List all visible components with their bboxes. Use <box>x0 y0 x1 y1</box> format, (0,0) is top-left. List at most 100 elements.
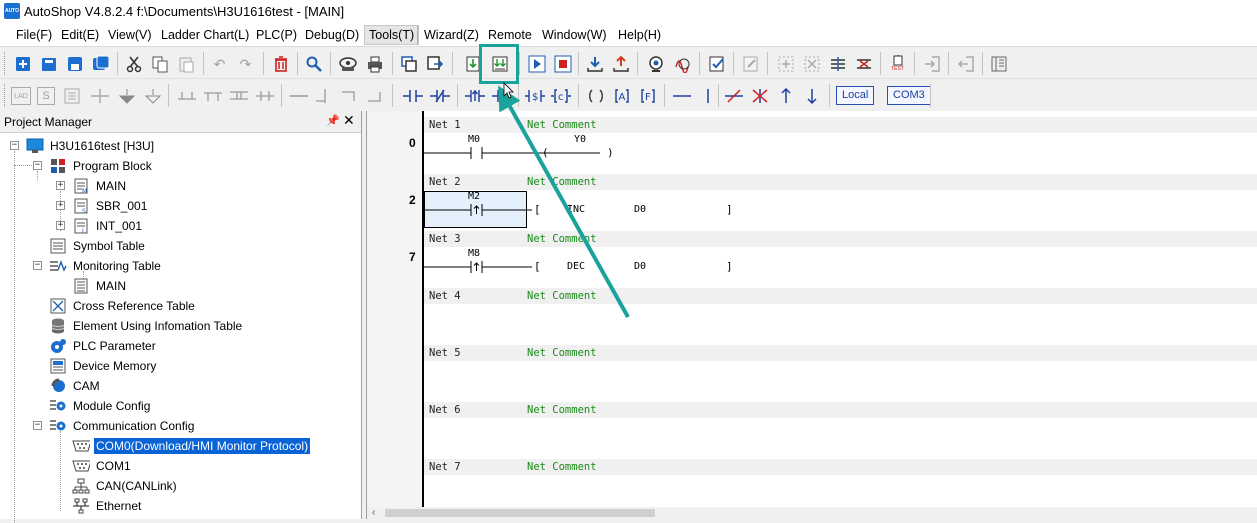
tree-item-main[interactable]: M MAIN <box>72 176 128 196</box>
com-port-button[interactable]: COM3 <box>887 86 931 105</box>
cut-icon[interactable] <box>123 53 144 74</box>
down-arrow-outline-icon[interactable] <box>142 85 163 106</box>
main-expander[interactable]: + <box>56 181 65 190</box>
tree-item-program-block[interactable]: Program Block <box>49 156 154 176</box>
stop-plc-icon[interactable] <box>552 53 573 74</box>
menu-plc[interactable]: PLC(P) <box>256 28 297 42</box>
root-expander[interactable]: − <box>10 141 19 150</box>
monitor-icon[interactable] <box>645 53 666 74</box>
save-all-icon[interactable] <box>90 53 111 74</box>
network-header[interactable]: Net 1 Net Comment <box>424 117 1257 133</box>
draw-vertical-line-icon[interactable] <box>697 85 718 106</box>
lad-mode-icon[interactable]: LAD <box>11 87 31 105</box>
down-arrow-icon[interactable] <box>801 85 822 106</box>
paste-icon[interactable] <box>175 53 196 74</box>
menu-view[interactable]: View(V) <box>108 28 152 42</box>
tree-item-symbol-table[interactable]: Symbol Table <box>49 236 147 256</box>
network-header[interactable]: Net 2 Net Comment <box>424 174 1257 190</box>
menu-wizard[interactable]: Wizard(Z) <box>424 28 479 42</box>
open-file-icon[interactable] <box>38 53 59 74</box>
sbr-expander[interactable]: + <box>56 201 65 210</box>
delete-icon[interactable] <box>270 53 291 74</box>
save-icon[interactable] <box>64 53 85 74</box>
rung-net-1[interactable]: M0 ( Y0 ) <box>424 133 724 165</box>
tree-item-cam[interactable]: CAM <box>49 376 102 396</box>
find-icon[interactable] <box>303 53 324 74</box>
tree-item-module-config[interactable]: Module Config <box>49 396 152 416</box>
network-comment[interactable]: Net Comment <box>527 119 597 131</box>
sfc-mode-icon[interactable]: S <box>37 87 55 105</box>
network-header[interactable]: Net 4 Net Comment <box>424 288 1257 304</box>
menu-window[interactable]: Window(W) <box>542 28 607 42</box>
rung-net-3[interactable]: M8 [ DEC D0 ] <box>424 247 754 279</box>
function-block-icon[interactable]: F <box>637 85 658 106</box>
tree-item-cross-reference[interactable]: Cross Reference Table <box>49 296 197 316</box>
tree-item-communication-config[interactable]: Communication Config <box>49 416 196 436</box>
down-arrow-filled-icon[interactable] <box>116 85 137 106</box>
copy-icon[interactable] <box>149 53 170 74</box>
new-file-icon[interactable] <box>12 53 33 74</box>
network-comment[interactable]: Net Comment <box>527 404 597 416</box>
redo-icon[interactable]: ↷ <box>235 53 256 74</box>
cross-line-icon[interactable] <box>89 85 110 106</box>
undo-icon[interactable]: ↶ <box>209 53 230 74</box>
int-expander[interactable]: + <box>56 221 65 230</box>
rung-net-2[interactable]: M2 [ INC D0 ] <box>424 190 754 222</box>
tree-item-monitoring-table[interactable]: Monitoring Table <box>49 256 163 276</box>
rising-edge-contact-icon[interactable] <box>464 85 485 106</box>
delete-line-icon[interactable] <box>853 53 874 74</box>
menu-debug[interactable]: Debug(D) <box>305 28 359 42</box>
print-preview-icon[interactable] <box>337 53 358 74</box>
tree-item-ethernet[interactable]: Ethernet <box>72 496 143 516</box>
application-instruction-icon[interactable]: A <box>611 85 632 106</box>
menu-file[interactable]: File(F) <box>16 28 52 42</box>
test-icon[interactable]: TEST <box>887 53 908 74</box>
login-icon[interactable] <box>921 53 942 74</box>
compare-contact-icon[interactable]: c <box>550 85 571 106</box>
horizontal-line-icon[interactable] <box>288 85 309 106</box>
scroll-left-icon[interactable]: ‹ <box>372 507 375 518</box>
download-icon[interactable] <box>584 53 605 74</box>
vertical-line-delete-icon[interactable] <box>366 85 387 106</box>
network-header[interactable]: Net 5 Net Comment <box>424 345 1257 361</box>
network-header[interactable]: Net 7 Net Comment <box>424 459 1257 475</box>
nc-contact-icon[interactable] <box>429 85 450 106</box>
vertical-line-icon[interactable] <box>314 85 335 106</box>
run-plc-icon[interactable] <box>526 53 547 74</box>
tree-item-device-memory[interactable]: Device Memory <box>49 356 158 376</box>
stl-mode-icon[interactable] <box>61 85 82 106</box>
menu-ladder-chart[interactable]: Ladder Chart(L) <box>161 28 249 42</box>
oscilloscope-icon[interactable] <box>672 53 693 74</box>
pin-icon[interactable]: 📌 <box>326 114 340 127</box>
tree-item-com0[interactable]: COM0(Download/HMI Monitor Protocol) <box>72 436 311 456</box>
switch-window-icon[interactable] <box>424 53 445 74</box>
communication-config-expander[interactable]: − <box>33 421 42 430</box>
menu-tools[interactable]: Tools(T) <box>364 25 420 45</box>
tree-item-com1[interactable]: COM1 <box>72 456 133 476</box>
tree-item-can[interactable]: CAN(CANLink) <box>72 476 179 496</box>
tree-item-plc-parameter[interactable]: PLC Parameter <box>49 336 158 356</box>
draw-horizontal-line-icon[interactable] <box>671 85 692 106</box>
network-comment[interactable]: Net Comment <box>527 176 597 188</box>
monitoring-table-expander[interactable]: − <box>33 261 42 270</box>
insert-row-icon[interactable] <box>775 53 796 74</box>
network-comment[interactable]: Net Comment <box>527 233 597 245</box>
cascade-windows-icon[interactable] <box>398 53 419 74</box>
scrollbar-thumb[interactable] <box>385 509 655 517</box>
network-header[interactable]: Net 6 Net Comment <box>424 402 1257 418</box>
edit-comment-icon[interactable] <box>740 53 761 74</box>
program-block-expander[interactable]: − <box>33 161 42 170</box>
branch-down-icon[interactable] <box>202 85 223 106</box>
tree-item-int-001[interactable]: I INT_001 <box>72 216 144 236</box>
network-comment[interactable]: Net Comment <box>527 290 597 302</box>
parallel-branch-icon[interactable] <box>228 85 249 106</box>
tree-item-sbr-001[interactable]: S SBR_001 <box>72 196 149 216</box>
menu-help[interactable]: Help(H) <box>618 28 661 42</box>
horizontal-line-delete-icon[interactable] <box>340 85 361 106</box>
tree-item-monitor-main[interactable]: MAIN <box>72 276 128 296</box>
ladder-editor[interactable]: Net 1 Net Comment 0 M0 ( Y0 ) Net 2 Net … <box>366 111 1257 519</box>
falling-edge-contact-icon[interactable] <box>491 85 512 106</box>
delete-vertical-line-icon[interactable] <box>749 85 770 106</box>
compile-icon[interactable] <box>706 53 727 74</box>
delete-horizontal-line-icon[interactable] <box>723 85 744 106</box>
